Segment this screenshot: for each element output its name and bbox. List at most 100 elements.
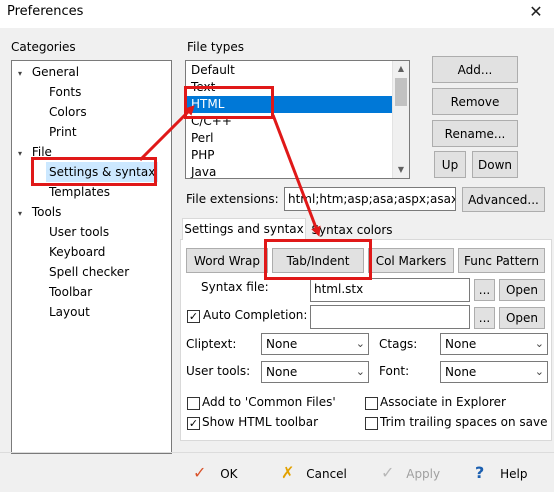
collapse-icon[interactable]: ▾ (18, 64, 28, 84)
annotation-box-tab-indent (264, 239, 372, 280)
file-type-item[interactable]: PHP (187, 147, 393, 164)
help-icon: ? (475, 463, 485, 482)
file-types-list[interactable]: Default Text HTML C/C++ Perl PHP Java ▲ … (185, 60, 410, 179)
help-label: Help (500, 467, 528, 481)
help-button[interactable]: ? Help (475, 462, 527, 484)
scroll-down-icon[interactable]: ▼ (393, 162, 409, 178)
annotation-box-settings (31, 157, 157, 186)
add-common-files-checkbox[interactable] (187, 397, 200, 410)
cliptext-select[interactable]: None ⌄ (261, 333, 369, 355)
ctags-select[interactable]: None ⌄ (440, 333, 548, 355)
checkmark-icon: ✓ (193, 463, 207, 482)
tree-item-keyboard[interactable]: Keyboard (49, 242, 105, 262)
associate-explorer-label: Associate in Explorer (380, 395, 506, 409)
word-wrap-button[interactable]: Word Wrap (186, 248, 268, 273)
scroll-thumb[interactable] (395, 78, 407, 106)
font-label: Font: (379, 364, 410, 378)
preferences-window: Preferences ✕ Categories ▾ General Fonts… (0, 0, 554, 492)
tree-item-label: Fonts (49, 85, 82, 99)
cliptext-label: Cliptext: (186, 337, 237, 351)
font-select[interactable]: None ⌄ (440, 361, 548, 383)
file-extensions-label: File extensions: (186, 192, 279, 206)
ctags-value: None (445, 337, 477, 351)
cancel-button[interactable]: ✗ Cancel (281, 462, 347, 484)
ok-label: OK (220, 467, 238, 481)
tree-item-label: Print (49, 125, 77, 139)
syntax-file-browse-button[interactable]: ... (474, 279, 495, 301)
tree-item-general[interactable]: ▾ General (18, 62, 79, 82)
tree-item-layout[interactable]: Layout (49, 302, 90, 322)
tree-item-label: General (31, 65, 80, 79)
auto-completion-input[interactable] (310, 305, 470, 329)
syntax-file-label: Syntax file: (201, 280, 269, 294)
show-html-toolbar-checkbox[interactable]: ✓ (187, 417, 200, 430)
up-button[interactable]: Up (434, 151, 466, 178)
user-tools-label: User tools: (186, 364, 251, 378)
tree-item-spell-checker[interactable]: Spell checker (49, 262, 129, 282)
col-markers-button[interactable]: Col Markers (368, 248, 454, 273)
file-type-item[interactable]: Perl (187, 130, 393, 147)
user-tools-select[interactable]: None ⌄ (261, 361, 369, 383)
tab-settings-and-syntax[interactable]: Settings and syntax (182, 218, 306, 240)
tree-item-label: Toolbar (49, 285, 93, 299)
file-extensions-input[interactable]: html;htm;asp;asa;aspx;asax;s (284, 187, 456, 211)
chevron-down-icon: ⌄ (355, 337, 365, 350)
cancel-x-icon: ✗ (281, 463, 295, 482)
apply-button[interactable]: ✓ Apply (381, 462, 440, 484)
tree-item-label: User tools (49, 225, 110, 239)
advanced-button[interactable]: Advanced... (462, 187, 545, 212)
apply-check-icon: ✓ (381, 463, 395, 482)
tree-item-label: Layout (49, 305, 90, 319)
add-button[interactable]: Add... (432, 56, 518, 83)
file-types-scrollbar[interactable]: ▲ ▼ (392, 61, 409, 178)
tree-item-colors[interactable]: Colors (49, 102, 87, 122)
categories-tree[interactable]: ▾ General Fonts Colors Print ▾ File Sett… (11, 60, 172, 454)
collapse-icon[interactable]: ▾ (18, 204, 28, 224)
tree-item-label: Tools (31, 205, 62, 219)
file-type-item[interactable]: Default (187, 62, 393, 79)
file-types-label: File types (187, 40, 244, 54)
cancel-label: Cancel (306, 467, 347, 481)
func-pattern-button[interactable]: Func Pattern (458, 248, 545, 273)
footer-divider (0, 452, 554, 453)
auto-completion-label: Auto Completion: (203, 308, 308, 322)
rename-button[interactable]: Rename... (432, 120, 518, 147)
file-type-item[interactable]: Java (187, 164, 393, 178)
show-html-toolbar-label: Show HTML toolbar (202, 415, 319, 429)
down-button[interactable]: Down (472, 151, 518, 178)
chevron-down-icon: ⌄ (534, 337, 544, 350)
tree-item-label: Keyboard (49, 245, 106, 259)
auto-completion-checkbox[interactable]: ✓ (187, 310, 200, 323)
ok-button[interactable]: ✓ OK (193, 462, 238, 484)
tree-item-label: Colors (49, 105, 87, 119)
tree-item-fonts[interactable]: Fonts (49, 82, 81, 102)
title-bar: Preferences ✕ (0, 0, 554, 28)
cliptext-value: None (266, 337, 298, 351)
tree-item-print[interactable]: Print (49, 122, 77, 142)
auto-completion-open-button[interactable]: Open (499, 307, 545, 329)
chevron-down-icon: ⌄ (355, 365, 365, 378)
tree-item-tools[interactable]: ▾ Tools (18, 202, 61, 222)
categories-label: Categories (11, 40, 76, 54)
user-tools-value: None (266, 365, 298, 379)
tree-item-label: Templates (49, 185, 111, 199)
auto-completion-browse-button[interactable]: ... (474, 307, 495, 329)
chevron-down-icon: ⌄ (534, 365, 544, 378)
trim-trailing-spaces-checkbox[interactable] (365, 417, 378, 430)
annotation-box-html (184, 86, 274, 119)
tree-item-toolbar[interactable]: Toolbar (49, 282, 92, 302)
remove-button[interactable]: Remove (432, 88, 518, 115)
font-value: None (445, 365, 477, 379)
trim-trailing-spaces-label: Trim trailing spaces on save (380, 415, 548, 429)
window-title: Preferences (7, 4, 84, 19)
scroll-up-icon[interactable]: ▲ (393, 61, 409, 77)
add-common-files-label: Add to 'Common Files' (202, 395, 336, 409)
ctags-label: Ctags: (379, 337, 418, 351)
syntax-file-input[interactable]: html.stx (310, 278, 470, 302)
tree-item-user-tools[interactable]: User tools (49, 222, 109, 242)
apply-label: Apply (406, 467, 441, 481)
collapse-icon[interactable]: ▾ (18, 144, 28, 164)
close-icon[interactable]: ✕ (526, 0, 546, 24)
associate-explorer-checkbox[interactable] (365, 397, 378, 410)
syntax-file-open-button[interactable]: Open (499, 279, 545, 301)
